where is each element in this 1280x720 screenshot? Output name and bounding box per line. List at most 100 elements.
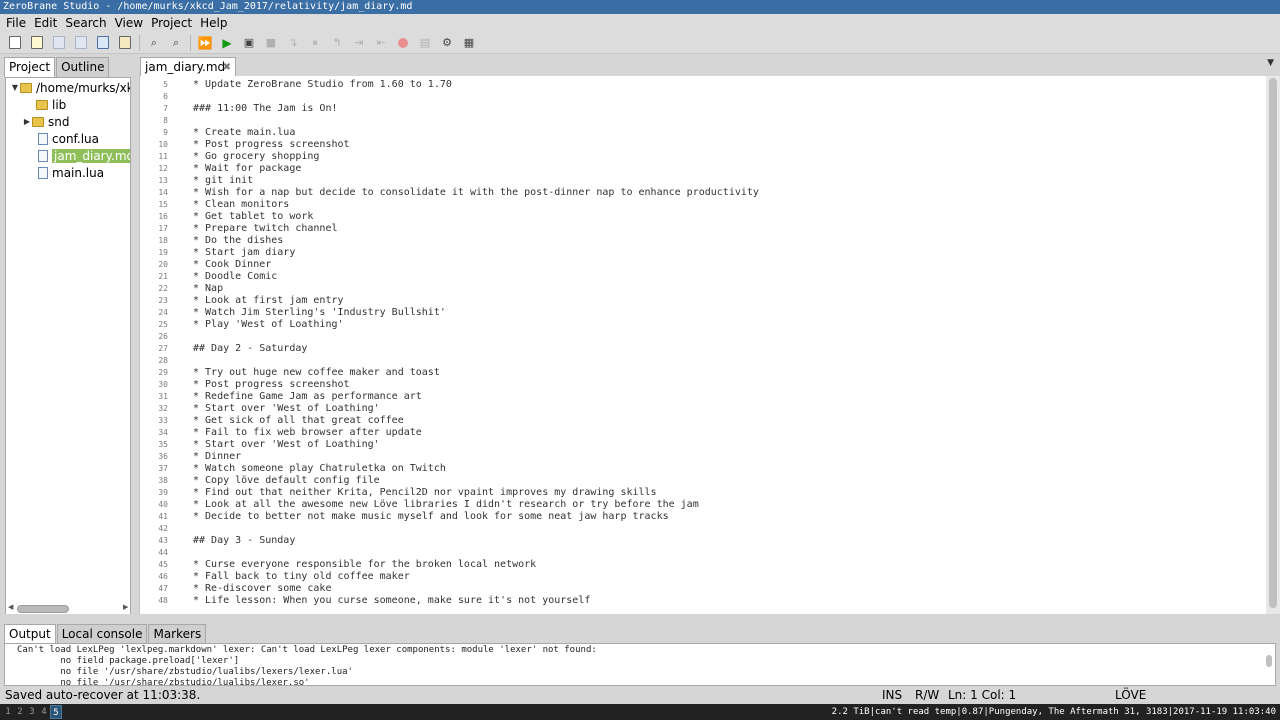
line-number: 34 — [158, 428, 168, 437]
code-editor[interactable]: 5 * Update ZeroBrane Studio from 1.60 to … — [139, 76, 1266, 614]
code-line-text: * Clean monitors — [193, 199, 290, 210]
tab-local-console[interactable]: Local console — [56, 624, 148, 643]
code-line: 7 ### 11:00 The Jam is On! — [140, 103, 1266, 115]
window-title: ZeroBrane Studio - /home/murks/xkcd_Jam_… — [0, 0, 1280, 14]
code-line-text: * Decide to better not make music myself… — [193, 511, 669, 522]
step-into-icon[interactable]: ↴ — [284, 34, 302, 52]
menu-search[interactable]: Search — [61, 14, 110, 32]
scrollbar-thumb[interactable] — [1269, 78, 1277, 608]
editor-tabs: jam_diary.md ✖ ▼ — [139, 54, 1280, 77]
code-line: 23 * Look at first jam entry — [140, 295, 1266, 307]
find-icon[interactable]: ⌕ — [145, 34, 163, 52]
output-line: Can't load LexLPeg 'lexlpeg.markdown' le… — [17, 645, 597, 655]
lua-file-icon — [38, 166, 48, 179]
tree-item-conf-lua[interactable]: conf.lua — [38, 130, 99, 147]
tree-item-lib[interactable]: lib — [36, 96, 66, 113]
code-line: 6 — [140, 91, 1266, 103]
line-number: 25 — [158, 320, 168, 329]
line-number: 47 — [158, 584, 168, 593]
watch-window-icon[interactable]: ⚙ — [438, 34, 456, 52]
line-number: 37 — [158, 464, 168, 473]
code-line-text: * Fall back to tiny old coffee maker — [193, 571, 410, 582]
menu-edit[interactable]: Edit — [30, 14, 61, 32]
open-file-icon[interactable] — [28, 34, 46, 52]
scrollbar-thumb[interactable] — [1266, 655, 1272, 667]
status-interpreter[interactable]: LÖVE — [1115, 686, 1146, 704]
line-number: 22 — [158, 284, 168, 293]
chevron-right-icon[interactable]: ▶ — [22, 117, 32, 126]
menu-file[interactable]: File — [2, 14, 30, 32]
line-number: 11 — [158, 152, 168, 161]
code-line-text: * git init — [193, 175, 254, 186]
code-line: 5 * Update ZeroBrane Studio from 1.60 to … — [140, 79, 1266, 91]
code-line: 18 * Do the dishes — [140, 235, 1266, 247]
output-vertical-scrollbar[interactable] — [1264, 645, 1274, 685]
start-debug-icon[interactable]: ▶ — [218, 34, 236, 52]
step-over-icon[interactable]: ⏸ — [306, 34, 324, 52]
code-line-text: * Dinner — [193, 451, 242, 462]
code-line: 17 * Prepare twitch channel — [140, 223, 1266, 235]
close-icon[interactable]: ✖ — [223, 58, 231, 77]
workspace-2[interactable]: 2 — [14, 705, 26, 719]
toggle-breakpoint-icon[interactable] — [394, 34, 412, 52]
save-icon[interactable] — [50, 34, 68, 52]
line-number: 20 — [158, 260, 168, 269]
code-line-text: * Prepare twitch channel — [193, 223, 338, 234]
tab-outline[interactable]: Outline — [56, 57, 110, 77]
tab-jam-diary[interactable]: jam_diary.md ✖ — [140, 57, 236, 77]
line-number: 16 — [158, 212, 168, 221]
scroll-right-icon[interactable]: ▶ — [123, 603, 128, 611]
break-icon[interactable]: ⇤ — [372, 34, 390, 52]
scroll-left-icon[interactable]: ◀ — [8, 603, 13, 611]
chevron-down-icon[interactable]: ▼ — [1267, 58, 1274, 68]
output-window-icon[interactable]: ▦ — [460, 34, 478, 52]
new-file-icon[interactable] — [6, 34, 24, 52]
tab-output[interactable]: Output — [4, 624, 56, 643]
project-directory-icon[interactable] — [94, 34, 112, 52]
code-line: 47 * Re-discover some cake — [140, 583, 1266, 595]
workspace-4[interactable]: 4 — [38, 705, 50, 719]
project-panel: Project Outline ▼ /home/murks/xkcd lib ▶… — [0, 54, 133, 620]
code-line: 41 * Decide to better not make music myse… — [140, 511, 1266, 523]
lua-file-icon — [38, 132, 48, 145]
code-line-text: * Play 'West of Loathing' — [193, 319, 344, 330]
code-line: 15 * Clean monitors — [140, 199, 1266, 211]
code-line-text: ## Day 2 - Saturday — [193, 343, 308, 354]
run-to-cursor-icon[interactable]: ⇥ — [350, 34, 368, 52]
tree-item-jam-diary[interactable]: jam_diary.md — [38, 147, 130, 164]
tab-project[interactable]: Project — [4, 57, 56, 77]
scrollbar-thumb[interactable] — [17, 605, 69, 613]
save-all-icon[interactable] — [72, 34, 90, 52]
menu-project[interactable]: Project — [147, 14, 196, 32]
tree-item-root[interactable]: ▼ /home/murks/xkcd — [10, 79, 130, 96]
code-line-text: * Start jam diary — [193, 247, 296, 258]
code-line-text: * Get sick of all that great coffee — [193, 415, 404, 426]
workspace-3[interactable]: 3 — [26, 705, 38, 719]
code-line: 10 * Post progress screenshot — [140, 139, 1266, 151]
stop-icon[interactable]: ■ — [262, 34, 280, 52]
code-line: 13 * git init — [140, 175, 1266, 187]
line-number: 13 — [158, 176, 168, 185]
menu-view[interactable]: View — [111, 14, 147, 32]
step-out-icon[interactable]: ↰ — [328, 34, 346, 52]
run-project-icon[interactable]: ⏩ — [196, 34, 214, 52]
tree-item-snd[interactable]: ▶ snd — [22, 113, 70, 130]
line-number: 14 — [158, 188, 168, 197]
tab-markers[interactable]: Markers — [148, 624, 207, 643]
code-line: 31 * Redefine Game Jam as performance art — [140, 391, 1266, 403]
output-pane[interactable]: Can't load LexLPeg 'lexlpeg.markdown' le… — [4, 643, 1276, 686]
panel-splitter[interactable] — [0, 614, 1280, 621]
code-line-text: * Look at all the awesome new Löve libra… — [193, 499, 699, 510]
tree-item-main-lua[interactable]: main.lua — [38, 164, 104, 181]
code-line: 42 — [140, 523, 1266, 535]
settings-icon[interactable] — [116, 34, 134, 52]
find-in-files-icon[interactable]: ⌕ — [167, 34, 185, 52]
chevron-down-icon[interactable]: ▼ — [10, 83, 20, 92]
compile-icon[interactable]: ▣ — [240, 34, 258, 52]
stack-window-icon[interactable]: ▤ — [416, 34, 434, 52]
workspace-5[interactable]: 5 — [50, 705, 62, 719]
editor-vertical-scrollbar[interactable] — [1266, 76, 1280, 614]
line-number: 38 — [158, 476, 168, 485]
workspace-1[interactable]: 1 — [2, 705, 14, 719]
menu-help[interactable]: Help — [196, 14, 231, 32]
